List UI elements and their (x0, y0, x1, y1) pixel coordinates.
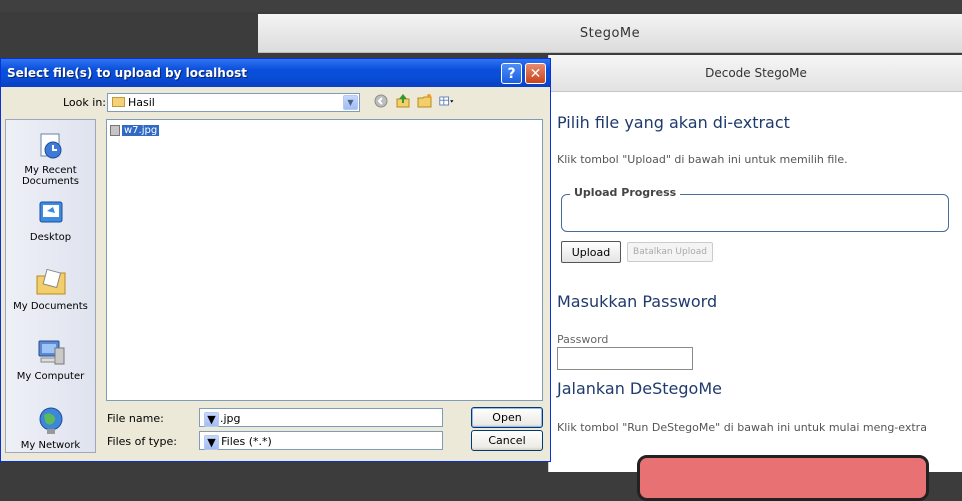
chevron-down-icon[interactable]: ▼ (204, 435, 219, 450)
password-input[interactable] (557, 347, 693, 370)
place-label: My Recent Documents (21, 165, 80, 187)
panel-header: Decode StegoMe (549, 55, 962, 92)
panel-title: Decode StegoMe (705, 66, 807, 80)
place-label: My Documents (13, 301, 88, 312)
place-my-computer[interactable]: My Computer (6, 336, 95, 382)
new-folder-icon[interactable] (417, 93, 433, 109)
cancel-button[interactable]: Cancel (471, 430, 543, 451)
run-destegome-button[interactable] (637, 455, 929, 501)
look-in-label: Look in: (63, 96, 106, 109)
place-label: My Computer (16, 371, 85, 382)
dialog-titlebar[interactable]: Select file(s) to upload by localhost ? … (1, 59, 550, 87)
app-header: StegoMe (258, 14, 962, 53)
upload-progress-legend: Upload Progress (570, 186, 681, 199)
chevron-down-icon[interactable]: ▼ (343, 95, 358, 110)
my-computer-icon (35, 336, 67, 368)
upload-button[interactable]: Upload (561, 241, 621, 263)
dialog-toolbar (373, 93, 455, 109)
file-type-combo[interactable]: All Files (*.*) ▼ (199, 431, 443, 450)
upload-progress-box: Upload Progress (561, 186, 949, 232)
file-dialog: Select file(s) to upload by localhost ? … (0, 58, 551, 462)
file-item-name: w7.jpg (122, 124, 160, 136)
close-button[interactable]: ✕ (525, 63, 546, 84)
file-name-combo[interactable]: w7.jpg ▼ (199, 408, 443, 427)
image-file-icon (110, 124, 120, 136)
my-network-icon (35, 405, 67, 437)
place-label: Desktop (29, 232, 72, 243)
file-type-label: Files of type: (107, 435, 178, 448)
place-desktop[interactable]: Desktop (6, 197, 95, 243)
section-run-desc: Klik tombol "Run DeStegoMe" di bawah ini… (557, 421, 927, 434)
password-label: Password (557, 333, 609, 346)
places-bar: My Recent Documents Desktop My Documents… (5, 119, 96, 453)
section-select-file-title: Pilih file yang akan di-extract (557, 113, 790, 132)
place-recent-documents[interactable]: My Recent Documents (6, 130, 95, 187)
folder-icon (112, 97, 125, 107)
section-password-title: Masukkan Password (557, 292, 718, 311)
my-documents-icon (35, 266, 67, 298)
cancel-upload-button[interactable]: Batalkan Upload (627, 242, 713, 262)
recent-documents-icon (35, 130, 67, 162)
up-folder-icon[interactable] (395, 93, 411, 109)
view-menu-icon[interactable] (439, 93, 455, 109)
top-strip (0, 0, 962, 12)
open-button[interactable]: Open (471, 407, 543, 428)
look-in-combo[interactable]: Hasil ▼ (107, 93, 360, 112)
dialog-title: Select file(s) to upload by localhost (7, 66, 247, 80)
place-label: My Network (20, 440, 81, 451)
file-name-label: File name: (107, 412, 164, 425)
chevron-down-icon[interactable]: ▼ (204, 412, 219, 427)
help-button[interactable]: ? (501, 63, 522, 84)
place-my-documents[interactable]: My Documents (6, 266, 95, 312)
place-my-network[interactable]: My Network (6, 405, 95, 451)
app-title: StegoMe (579, 25, 641, 41)
decode-panel: Decode StegoMe Pilih file yang akan di-e… (548, 55, 962, 501)
back-icon[interactable] (373, 93, 389, 109)
file-item[interactable]: w7.jpg (110, 123, 160, 137)
desktop-icon (35, 197, 67, 229)
section-run-title: Jalankan DeStegoMe (557, 379, 722, 398)
section-select-file-desc: Klik tombol "Upload" di bawah ini untuk … (557, 153, 848, 166)
file-list[interactable]: w7.jpg (106, 119, 543, 401)
